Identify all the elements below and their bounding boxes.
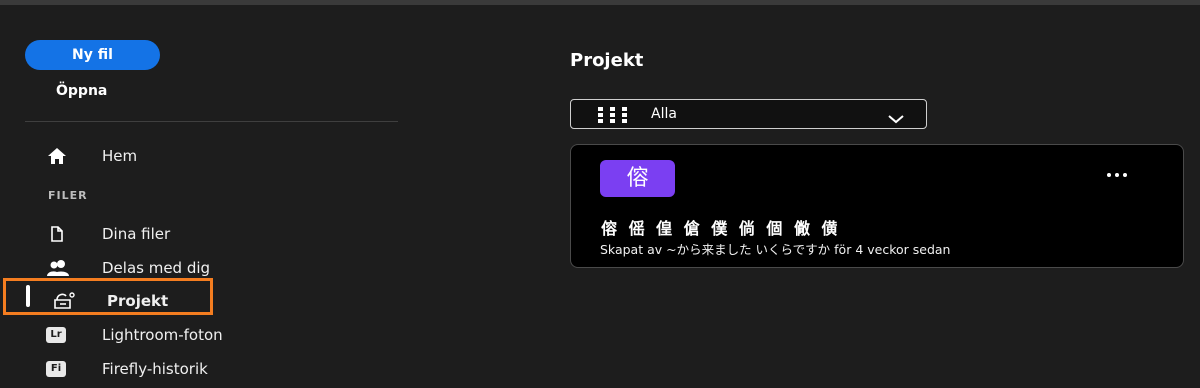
- sidebar-item-label: Hem: [102, 147, 138, 165]
- project-title: 傛 傜 偟 傖 僕 倘 個 僘 僙: [601, 219, 841, 238]
- sidebar-item-label: Dina filer: [102, 225, 171, 243]
- project-icon: [52, 290, 88, 312]
- section-label-files: FILER: [48, 189, 88, 202]
- lightroom-badge: Lr: [46, 327, 66, 343]
- open-link[interactable]: Öppna: [56, 83, 107, 99]
- sidebar-divider: [25, 121, 398, 122]
- filter-dropdown[interactable]: Alla: [570, 99, 927, 129]
- project-thumbnail: 傛: [600, 160, 675, 197]
- sidebar-item-projects[interactable]: Projekt: [0, 286, 400, 316]
- sidebar-item-your-files[interactable]: Dina filer: [0, 219, 400, 249]
- dot: [1107, 173, 1111, 177]
- firefly-badge: Fi: [46, 361, 66, 377]
- project-card[interactable]: 傛 傛 傜 偟 傖 僕 倘 個 僘 僙 Skapat av ~から来ました いく…: [570, 144, 1184, 268]
- document-icon: [46, 223, 82, 245]
- grid-icon: [598, 107, 632, 127]
- project-meta: Skapat av ~から来ました いくらですか för 4 veckor se…: [600, 242, 951, 257]
- chevron-down-icon: [887, 109, 905, 128]
- sidebar-item-label: Delas med dig: [102, 259, 211, 277]
- new-file-button[interactable]: Ny fil: [25, 40, 160, 70]
- people-icon: [46, 257, 82, 279]
- dot: [1123, 173, 1127, 177]
- sidebar-item-lightroom[interactable]: Lr Lightroom-foton: [0, 320, 400, 350]
- page-title: Projekt: [570, 50, 644, 71]
- home-icon: [46, 145, 82, 167]
- dot: [1115, 173, 1119, 177]
- sidebar-item-firefly[interactable]: Fi Firefly-historik: [0, 354, 400, 384]
- sidebar-item-label: Projekt: [107, 292, 169, 310]
- sidebar-item-home[interactable]: Hem: [0, 141, 400, 171]
- sidebar-item-label: Firefly-historik: [102, 360, 208, 378]
- filter-value: Alla: [651, 106, 677, 122]
- more-options-button[interactable]: [1101, 165, 1141, 185]
- lightroom-icon: Lr: [46, 324, 82, 346]
- firefly-icon: Fi: [46, 358, 82, 380]
- sidebar-item-label: Lightroom-foton: [102, 326, 223, 344]
